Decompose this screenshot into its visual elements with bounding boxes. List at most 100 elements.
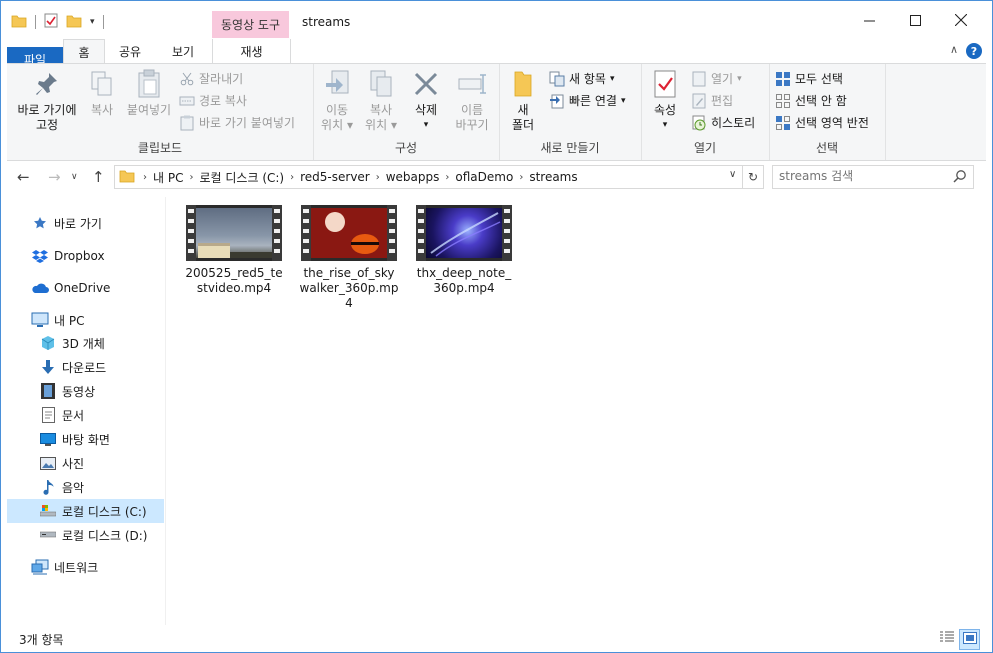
properties-button[interactable]: 속성 ▾ [647,68,683,133]
select-none-button[interactable]: 선택 안 함 [775,92,847,109]
copy-to-button[interactable]: 복사 위치 ▾ [361,68,401,133]
tab-play[interactable]: 재생 [212,39,291,63]
nav-item-this-pc[interactable]: 내 PC [7,308,164,332]
search-box[interactable] [772,165,974,189]
nav-item-label: 문서 [62,408,85,423]
nav-item-network[interactable]: 네트워크 [7,555,164,579]
back-arrow-icon[interactable]: ← [17,168,30,186]
nav-item-onedrive[interactable]: OneDrive [7,276,164,300]
breadcrumb-this-pc[interactable]: 내 PC [153,169,183,186]
invert-selection-button[interactable]: 선택 영역 반전 [775,114,869,131]
nav-item-dropbox[interactable]: Dropbox [7,244,164,268]
copy-button[interactable]: 복사 [83,68,121,118]
music-icon [39,478,57,496]
address-dropdown-icon[interactable]: ∨ [729,169,736,180]
search-input[interactable] [773,166,945,186]
open-button[interactable]: 열기 ▾ [691,70,742,87]
properties-check-icon[interactable] [44,13,58,31]
file-item[interactable]: thx_deep_note_360p.mp4 [409,205,519,296]
refresh-button[interactable]: ↻ [743,165,764,189]
paste-icon [133,68,165,100]
chevron-right-icon[interactable]: › [143,172,147,183]
help-icon[interactable]: ? [966,43,982,59]
address-bar[interactable]: › 내 PC › 로컬 디스크 (C:) › red5-server › web… [114,165,743,189]
breadcrumb-ofla-demo[interactable]: oflaDemo [455,170,513,184]
select-all-button[interactable]: 모두 선택 [775,70,843,87]
tab-home[interactable]: 홈 [63,39,105,65]
history-button[interactable]: 히스토리 [691,114,755,131]
pin-label-1: 바로 가기에 [17,103,77,117]
nav-item-music[interactable]: 음악 [7,475,164,499]
breadcrumb-local-disk-c[interactable]: 로컬 디스크 (C:) [199,169,284,186]
edit-icon [691,93,707,109]
nav-item-desktop[interactable]: 바탕 화면 [7,427,164,451]
new-folder-button[interactable]: 새 폴더 [505,68,541,133]
nav-item-quick-access[interactable]: 바로 가기 [7,211,164,235]
nav-item-3d-objects[interactable]: 3D 개체 [7,331,164,355]
invert-selection-label: 선택 영역 반전 [795,116,869,130]
nav-item-local-disk-d[interactable]: 로컬 디스크 (D:) [7,523,164,547]
paste-shortcut-button[interactable]: 바로 가기 붙여넣기 [179,114,295,131]
recent-locations-icon[interactable]: ∨ [71,172,78,182]
view-switcher [937,629,980,650]
cut-button[interactable]: 잘라내기 [179,70,243,87]
nav-item-label: 음악 [62,480,85,495]
nav-item-label: 내 PC [54,313,85,328]
divider [35,15,36,29]
new-folder-label-1: 새 [517,103,529,117]
nav-item-documents[interactable]: 문서 [7,403,164,427]
file-list: 200525_red5_testvideo.mp4 the_rise_of_sk… [171,197,986,625]
chevron-right-icon[interactable]: › [290,172,294,183]
easy-access-button[interactable]: 빠른 연결 ▾ [549,92,626,109]
delete-dropdown-icon: ▾ [423,120,429,130]
delete-button[interactable]: 삭제 ▾ [409,68,443,133]
chevron-right-icon[interactable]: › [189,172,193,183]
tab-share[interactable]: 공유 [107,39,153,63]
collapse-ribbon-icon[interactable]: ∧ [950,43,958,56]
breadcrumb-streams[interactable]: streams [529,170,577,184]
qat-dropdown-icon[interactable]: ▾ [90,17,95,27]
star-icon [31,214,49,232]
new-item-button[interactable]: 새 항목 ▾ [549,70,614,87]
breadcrumb-red5-server[interactable]: red5-server [300,170,370,184]
file-item[interactable]: 200525_red5_testvideo.mp4 [179,205,289,296]
select-group: 모두 선택 선택 안 함 선택 영역 반전 선택 [769,64,886,160]
edit-button[interactable]: 편집 [691,92,733,109]
rename-button[interactable]: 이름 바꾸기 [449,68,495,133]
pin-to-quick-access-button[interactable]: 바로 가기에 고정 [11,68,83,133]
minimize-button[interactable] [846,1,892,39]
paste-button[interactable]: 붙여넣기 [121,68,177,118]
chevron-right-icon[interactable]: › [519,172,523,183]
breadcrumb-webapps[interactable]: webapps [386,170,440,184]
up-arrow-icon[interactable]: ↑ [92,168,105,186]
file-name: the_rise_of_skywalker_360p.mp4 [299,266,399,310]
open-icon [691,71,707,87]
item-count: 3개 항목 [19,632,64,647]
open-label: 열기 [711,72,734,86]
copy-path-button[interactable]: 경로 복사 [179,92,247,109]
paste-shortcut-icon [179,115,195,131]
status-bar: 3개 항목 [7,629,986,650]
forward-arrow-icon[interactable]: → [48,168,61,186]
new-folder-icon[interactable] [66,14,82,31]
nav-item-label: 로컬 디스크 (C:) [62,504,147,519]
nav-item-videos[interactable]: 동영상 [7,379,164,403]
nav-item-downloads[interactable]: 다운로드 [7,355,164,379]
tab-view[interactable]: 보기 [157,39,209,63]
close-button[interactable] [938,1,984,39]
large-icons-view-button[interactable] [959,629,980,650]
chevron-right-icon[interactable]: › [445,172,449,183]
chevron-right-icon[interactable]: › [376,172,380,183]
move-to-button[interactable]: 이동 위치 ▾ [317,68,357,133]
details-view-button[interactable] [937,629,956,648]
move-to-label-2: 위치 ▾ [321,118,353,132]
maximize-button[interactable] [892,1,938,39]
pane-divider[interactable] [165,197,166,625]
nav-item-label: 다운로드 [62,360,107,375]
nav-item-local-disk-c[interactable]: 로컬 디스크 (C:) [7,499,164,523]
nav-item-label: 로컬 디스크 (D:) [62,528,148,543]
file-item[interactable]: the_rise_of_skywalker_360p.mp4 [294,205,404,311]
nav-item-label: 바탕 화면 [62,432,110,447]
select-none-label: 선택 안 함 [795,94,847,108]
nav-item-pictures[interactable]: 사진 [7,451,164,475]
